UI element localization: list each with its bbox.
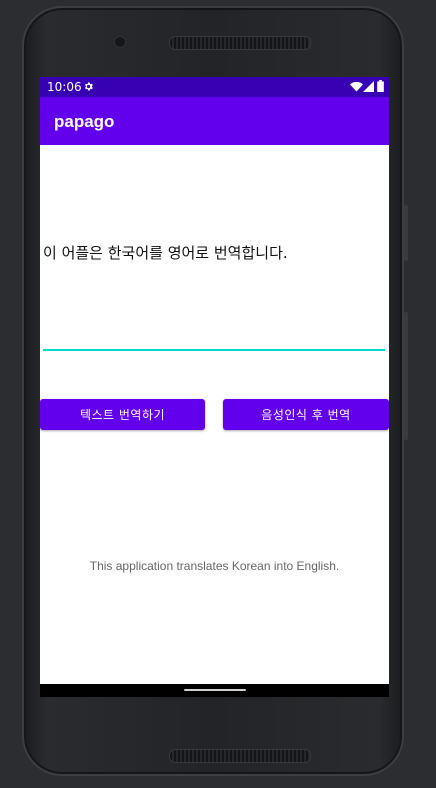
gear-icon <box>85 82 93 91</box>
battery-icon <box>377 80 384 92</box>
wifi-icon <box>350 82 363 92</box>
text-translate-button[interactable]: 텍스트 번역하기 <box>40 399 205 430</box>
app-title: papago <box>54 112 115 131</box>
app-screen: 10:06 papago 이 어플은 한국어를 영어로 번역합니다. 텍스트 번… <box>40 77 389 697</box>
bottom-speaker <box>169 749 311 763</box>
volume-button[interactable] <box>404 312 408 440</box>
status-bar: 10:06 <box>40 77 389 97</box>
korean-text-input[interactable] <box>43 317 385 351</box>
front-camera <box>114 36 126 48</box>
app-description: This application translates Korean into … <box>89 559 340 573</box>
prompt-text: 이 어플은 한국어를 영어로 번역합니다. <box>43 244 288 262</box>
emulator-stage: 10:06 papago 이 어플은 한국어를 영어로 번역합니다. 텍스트 번… <box>0 0 436 788</box>
voice-translate-button[interactable]: 음성인식 후 번역 <box>223 399 389 430</box>
signal-icon <box>363 81 374 92</box>
app-bar: papago <box>40 97 389 145</box>
navigation-bar <box>40 684 389 697</box>
home-indicator[interactable] <box>184 689 246 691</box>
power-button[interactable] <box>404 205 408 261</box>
status-time: 10:06 <box>47 80 82 94</box>
top-speaker <box>169 36 311 50</box>
